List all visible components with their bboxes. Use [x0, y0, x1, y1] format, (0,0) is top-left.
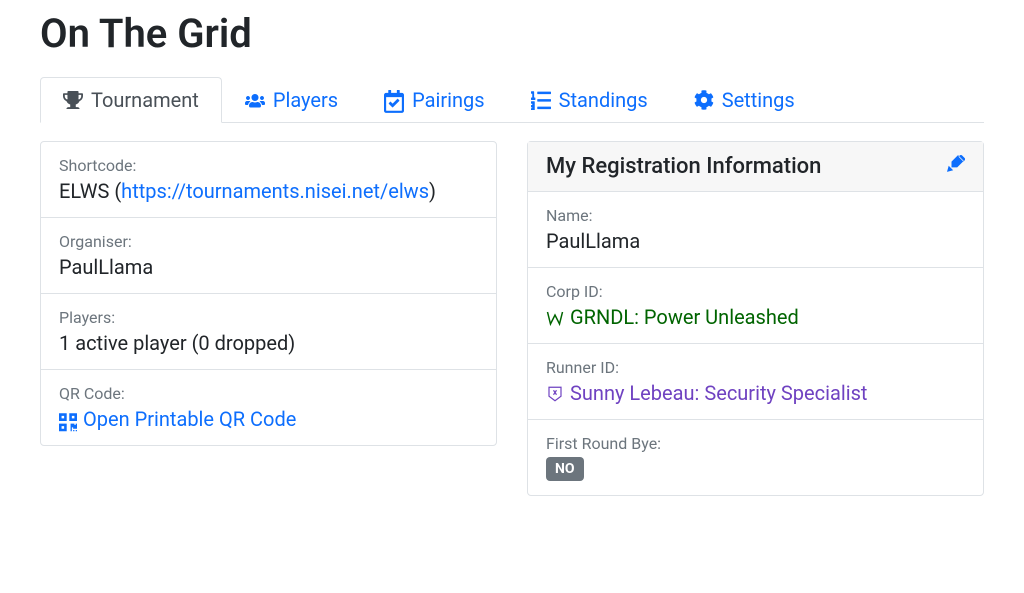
tournament-info-card: Shortcode: ELWS (https://tournaments.nis…	[40, 141, 497, 446]
reg-runner-item: Runner ID: Sunny Lebeau: Security Specia…	[528, 344, 983, 420]
players-count-value: 1 active player (0 dropped)	[59, 331, 478, 355]
weyland-icon	[546, 308, 564, 326]
bye-badge: NO	[546, 457, 584, 481]
tab-settings[interactable]: Settings	[671, 77, 818, 123]
users-icon	[245, 90, 265, 110]
tab-standings[interactable]: Standings	[508, 77, 671, 123]
tab-tournament[interactable]: Tournament	[40, 77, 222, 123]
reg-name-label: Name:	[546, 206, 965, 225]
reg-runner-value: Sunny Lebeau: Security Specialist	[570, 381, 867, 405]
calendar-check-icon	[384, 90, 404, 110]
organiser-item: Organiser: PaulLlama	[41, 218, 496, 294]
organiser-label: Organiser:	[59, 232, 478, 251]
sunny-icon	[546, 384, 564, 402]
reg-name-value: PaulLlama	[546, 229, 965, 253]
tab-label: Settings	[722, 88, 795, 112]
reg-corp-label: Corp ID:	[546, 282, 965, 301]
shortcode-link[interactable]: https://tournaments.nisei.net/elws	[121, 179, 429, 203]
tab-label: Pairings	[412, 88, 485, 112]
reg-corp-item: Corp ID: GRNDL: Power Unleashed	[528, 268, 983, 344]
shortcode-value: ELWS (https://tournaments.nisei.net/elws…	[59, 179, 478, 203]
trophy-icon	[63, 90, 83, 110]
reg-bye-item: First Round Bye: NO	[528, 420, 983, 495]
registration-header: My Registration Information	[528, 142, 983, 192]
edit-button[interactable]	[947, 154, 965, 179]
gear-icon	[694, 90, 714, 110]
players-count-label: Players:	[59, 308, 478, 327]
tab-label: Standings	[559, 88, 648, 112]
registration-title: My Registration Information	[546, 154, 821, 179]
registration-card: My Registration Information Name: PaulLl…	[527, 141, 984, 496]
organiser-value: PaulLlama	[59, 255, 478, 279]
reg-bye-label: First Round Bye:	[546, 434, 965, 453]
list-ol-icon	[531, 90, 551, 110]
qrcode-icon	[59, 412, 77, 430]
shortcode-label: Shortcode:	[59, 156, 478, 175]
page-title: On The Grid	[40, 10, 984, 57]
reg-corp-value: GRNDL: Power Unleashed	[570, 305, 799, 329]
reg-runner-label: Runner ID:	[546, 358, 965, 377]
players-item: Players: 1 active player (0 dropped)	[41, 294, 496, 370]
qrcode-label: QR Code:	[59, 384, 478, 403]
qrcode-item: QR Code: Open Printable QR Code	[41, 370, 496, 445]
tab-pairings[interactable]: Pairings	[361, 77, 508, 123]
shortcode-item: Shortcode: ELWS (https://tournaments.nis…	[41, 142, 496, 218]
tab-players[interactable]: Players	[222, 77, 361, 123]
qrcode-link[interactable]: Open Printable QR Code	[83, 407, 296, 431]
tab-label: Tournament	[91, 88, 199, 112]
reg-name-item: Name: PaulLlama	[528, 192, 983, 268]
nav-tabs: Tournament Players Pairings Standings Se…	[40, 77, 984, 123]
pencil-icon	[947, 155, 965, 173]
tab-label: Players	[273, 88, 338, 112]
